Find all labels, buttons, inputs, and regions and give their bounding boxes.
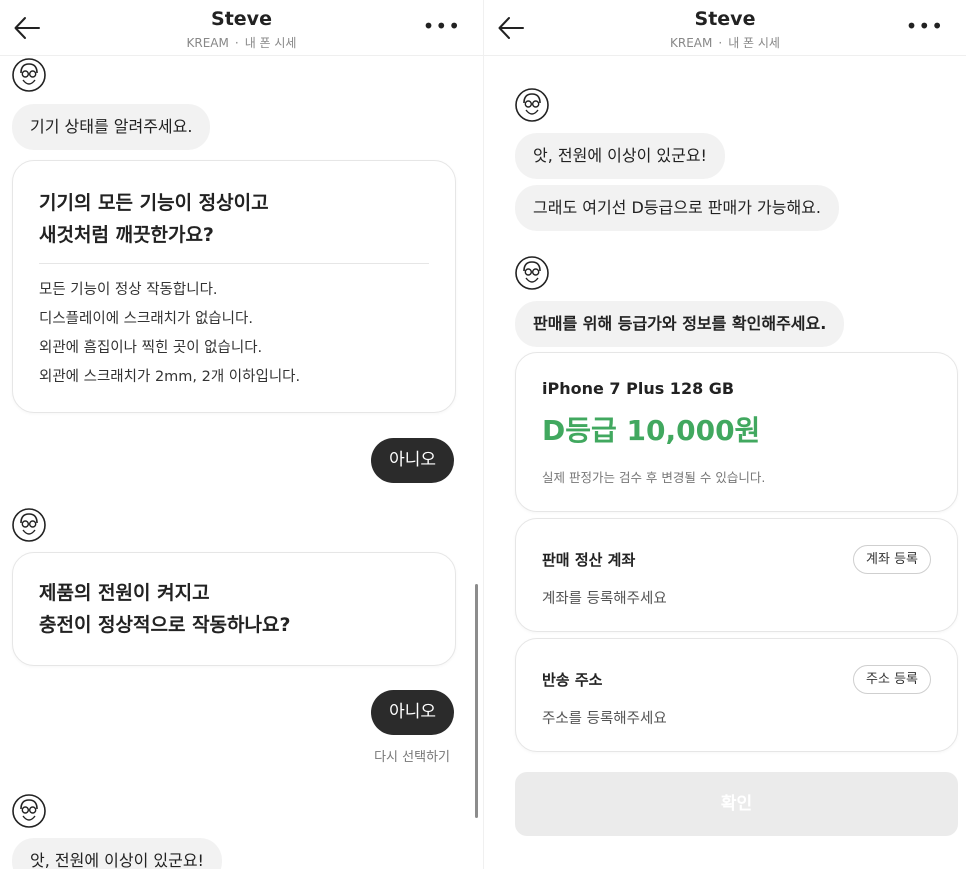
address-title: 반송 주소 xyxy=(542,671,603,689)
question-title-line: 제품의 전원이 켜지고 xyxy=(39,582,210,604)
steve-avatar-icon xyxy=(12,508,46,542)
steve-avatar-icon xyxy=(515,88,549,122)
address-placeholder: 주소를 등록해주세요 xyxy=(542,711,667,727)
condition-item: 외관에 흠집이나 찍힌 곳이 없습니다. xyxy=(39,340,263,356)
chat-header: Steve KREAM · 내 폰 시세 ••• xyxy=(484,0,966,56)
chat-screen-right: Steve KREAM · 내 폰 시세 ••• 앗, 전원에 이상이 있군요! 그… xyxy=(483,0,966,869)
divider xyxy=(39,263,429,264)
condition-item: 디스플레이에 스크래치가 없습니다. xyxy=(39,311,253,327)
chat-screen-left: Steve KREAM · 내 폰 시세 ••• 기기 상태를 알려주세요. 기기의… xyxy=(0,0,483,869)
chat-subtitle: KREAM · 내 폰 시세 xyxy=(484,34,966,51)
answer-bubble-no: 아니오 xyxy=(371,690,454,735)
bot-message: 앗, 전원에 이상이 있군요! xyxy=(515,133,725,179)
scrollbar[interactable] xyxy=(475,584,478,818)
product-card: iPhone 7 Plus 128 GB D등급 10,000원 실제 판정가는… xyxy=(515,352,958,512)
bot-message: 그래도 여기선 D등급으로 판매가 가능해요. xyxy=(515,185,839,231)
question-card-condition: 기기의 모든 기능이 정상이고 새것처럼 깨끗한가요? 모든 기능이 정상 작동… xyxy=(12,160,456,413)
account-card: 판매 정산 계좌 계좌 등록 계좌를 등록해주세요 xyxy=(515,518,958,632)
condition-item: 모든 기능이 정상 작동합니다. xyxy=(39,282,218,298)
more-horizontal-icon[interactable]: ••• xyxy=(423,16,461,36)
reselect-link[interactable]: 다시 선택하기 xyxy=(374,746,450,765)
register-account-button[interactable]: 계좌 등록 xyxy=(853,545,931,574)
account-title: 판매 정산 계좌 xyxy=(542,551,636,569)
condition-item: 외관에 스크래치가 2mm, 2개 이하입니다. xyxy=(39,369,301,385)
question-card-power: 제품의 전원이 켜지고 충전이 정상적으로 작동하나요? xyxy=(12,552,456,666)
chat-title: Steve xyxy=(694,8,756,30)
question-title-line: 기기의 모든 기능이 정상이고 xyxy=(39,192,269,214)
more-horizontal-icon[interactable]: ••• xyxy=(906,16,944,36)
confirm-button[interactable]: 확인 xyxy=(515,772,958,836)
product-name: iPhone 7 Plus 128 GB xyxy=(542,379,735,398)
steve-avatar-icon xyxy=(12,58,46,92)
question-title-line: 충전이 정상적으로 작동하나요? xyxy=(39,614,291,636)
steve-avatar-icon xyxy=(515,256,549,290)
bot-message: 판매를 위해 등급가와 정보를 확인해주세요. xyxy=(515,301,845,347)
register-address-button[interactable]: 주소 등록 xyxy=(853,665,931,694)
bot-message: 앗, 전원에 이상이 있군요! xyxy=(12,838,222,869)
bot-message: 기기 상태를 알려주세요. xyxy=(12,104,211,150)
answer-bubble-no: 아니오 xyxy=(371,438,454,483)
chat-title: Steve xyxy=(211,8,272,30)
account-placeholder: 계좌를 등록해주세요 xyxy=(542,591,667,607)
question-title-line: 새것처럼 깨끗한가요? xyxy=(39,224,214,246)
steve-avatar-icon xyxy=(12,794,46,828)
category-label: 내 폰 시세 xyxy=(728,36,780,50)
brand-label: KREAM xyxy=(670,36,713,50)
separator: · xyxy=(718,36,723,50)
price-note: 실제 판정가는 검수 후 변경될 수 있습니다. xyxy=(542,470,766,485)
separator: · xyxy=(234,36,239,50)
chat-header: Steve KREAM · 내 폰 시세 ••• xyxy=(0,0,483,56)
category-label: 내 폰 시세 xyxy=(244,36,297,50)
grade-price: D등급 10,000원 xyxy=(542,414,761,447)
chat-subtitle: KREAM · 내 폰 시세 xyxy=(0,34,483,51)
brand-label: KREAM xyxy=(186,36,229,50)
address-card: 반송 주소 주소 등록 주소를 등록해주세요 xyxy=(515,638,958,752)
